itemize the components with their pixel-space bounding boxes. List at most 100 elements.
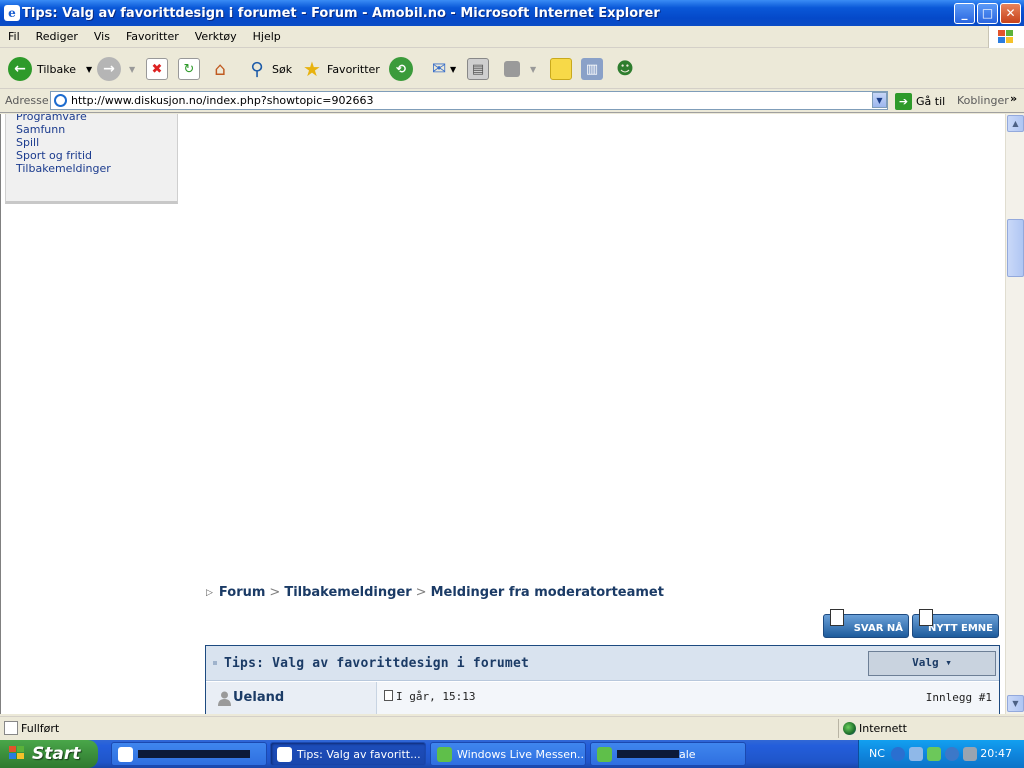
- tray-arrow-icon[interactable]: [891, 747, 905, 761]
- edit-icon: [504, 61, 520, 77]
- print-button[interactable]: ▤: [467, 55, 489, 83]
- security-zone: Internett: [838, 719, 1006, 738]
- breadcrumb-separator: >: [269, 585, 281, 600]
- home-button[interactable]: ⌂: [209, 55, 231, 83]
- maximize-button[interactable]: □: [977, 3, 998, 24]
- ie-window: e Tips: Valg av favorittdesign i forumet…: [0, 0, 1024, 740]
- messenger-task-icon: [597, 747, 612, 762]
- messenger-task-icon: [437, 747, 452, 762]
- new-topic-label: NYTT EMNE: [928, 623, 993, 634]
- back-arrow-icon: ←: [8, 57, 32, 81]
- new-topic-button[interactable]: NYTT EMNE: [912, 609, 999, 638]
- post-date: I går, 15:13: [396, 690, 476, 703]
- back-button[interactable]: ← Tilbake ▼: [8, 55, 92, 83]
- language-indicator[interactable]: NC: [869, 747, 885, 760]
- menu-help[interactable]: Hjelp: [245, 30, 289, 43]
- favorites-label: Favoritter: [327, 62, 380, 76]
- edit-dropdown-icon[interactable]: ▼: [530, 65, 536, 74]
- mail-icon: ✉: [431, 59, 447, 79]
- stop-button[interactable]: ✖: [146, 55, 168, 83]
- address-label: Adresse: [5, 94, 49, 107]
- menu-bar: Fil Rediger Vis Favoritter Verktøy Hjelp: [0, 26, 1024, 48]
- history-button[interactable]: ⟲: [389, 55, 413, 83]
- window-title: Tips: Valg av favorittdesign i forumet -…: [22, 5, 660, 21]
- messenger-button[interactable]: ☻: [614, 55, 636, 83]
- forward-button[interactable]: → ▼: [97, 55, 135, 83]
- breadcrumb-tilbakemeldinger[interactable]: Tilbakemeldinger: [284, 585, 411, 600]
- refresh-button[interactable]: ↻: [178, 55, 200, 83]
- redacted-label: [617, 750, 679, 758]
- sidebar-link-sport[interactable]: Sport og fritid: [16, 149, 92, 162]
- page-viewport: Programvare Samfunn Spill Sport og friti…: [0, 114, 1005, 714]
- tray-app-icon[interactable]: [945, 747, 959, 761]
- note-button[interactable]: [550, 55, 572, 83]
- breadcrumb-separator: >: [415, 585, 427, 600]
- windows-logo-icon: [988, 26, 1024, 48]
- go-label: Gå til: [916, 94, 946, 108]
- search-label: Søk: [272, 62, 293, 76]
- favorites-button[interactable]: ★ Favoritter: [301, 55, 380, 83]
- messenger-tray-icon[interactable]: [927, 747, 941, 761]
- menu-view[interactable]: Vis: [86, 30, 118, 43]
- task-button-2[interactable]: Tips: Valg av favoritt...: [270, 742, 426, 766]
- back-dropdown-icon[interactable]: ▼: [86, 65, 92, 74]
- address-bar: Adresse http://www.diskusjon.no/index.ph…: [0, 89, 1024, 113]
- menu-favorites[interactable]: Favoritter: [118, 30, 187, 43]
- messenger-icon: ☻: [616, 59, 634, 79]
- refresh-icon: ↻: [178, 58, 200, 80]
- task-button-3[interactable]: Windows Live Messen...: [430, 742, 586, 766]
- star-icon: ★: [303, 57, 321, 81]
- sidebar-link-programvare[interactable]: Programvare: [16, 114, 87, 123]
- menu-tools[interactable]: Verktøy: [187, 30, 245, 43]
- breadcrumb-meldinger[interactable]: Meldinger fra moderatorteamet: [431, 585, 664, 600]
- research-button[interactable]: ▥: [581, 55, 603, 83]
- topic-container: Tips: Valg av favorittdesign i forumet V…: [205, 645, 1000, 714]
- post-number[interactable]: Innlegg #1: [926, 691, 992, 704]
- chevron-right-icon[interactable]: »: [1010, 92, 1017, 105]
- task-button-4[interactable]: ale: [590, 742, 746, 766]
- windows-flag-icon: [9, 746, 25, 761]
- sidebar-link-samfunn[interactable]: Samfunn: [16, 123, 65, 136]
- address-dropdown-icon[interactable]: ▼: [872, 92, 887, 108]
- network-icon[interactable]: [909, 747, 923, 761]
- topic-options-button[interactable]: Valg ▾: [868, 651, 996, 676]
- sidebar-link-spill[interactable]: Spill: [16, 136, 39, 149]
- post-author[interactable]: Ueland: [233, 690, 284, 705]
- mail-button[interactable]: ✉ ▼: [428, 55, 456, 83]
- sidebar-link-tilbakemeldinger[interactable]: Tilbakemeldinger: [16, 162, 111, 175]
- note-icon: [550, 58, 572, 80]
- scroll-thumb[interactable]: [1007, 219, 1024, 277]
- menu-edit[interactable]: Rediger: [28, 30, 86, 43]
- redacted-label: [138, 750, 250, 758]
- start-button[interactable]: Start: [0, 740, 98, 768]
- go-button[interactable]: ➔ Gå til: [895, 92, 945, 110]
- vertical-scrollbar[interactable]: ▲ ▼: [1005, 114, 1024, 714]
- scroll-down-icon[interactable]: ▼: [1007, 695, 1024, 712]
- ie-icon[interactable]: e: [4, 5, 20, 21]
- page-icon: [54, 94, 67, 107]
- links-label[interactable]: Koblinger: [957, 94, 1009, 107]
- mail-dropdown-icon[interactable]: ▼: [450, 65, 456, 74]
- globe-icon: [843, 722, 856, 735]
- post-header-row: Ueland I går, 15:13 Innlegg #1: [206, 682, 999, 714]
- close-button[interactable]: ✕: [1000, 3, 1021, 24]
- forward-dropdown-icon[interactable]: ▼: [129, 65, 135, 74]
- breadcrumb-triangle-icon: ▷: [206, 587, 213, 598]
- task-4-label: ale: [679, 747, 696, 761]
- monitor-icon[interactable]: [963, 747, 977, 761]
- scroll-up-icon[interactable]: ▲: [1007, 115, 1024, 132]
- edit-button[interactable]: ▼: [504, 55, 536, 83]
- task-2-label: Tips: Valg av favoritt...: [297, 747, 421, 761]
- research-icon: ▥: [581, 58, 603, 80]
- address-input[interactable]: http://www.diskusjon.no/index.php?showto…: [50, 91, 888, 110]
- ie-task-icon: [118, 747, 133, 762]
- menu-file[interactable]: Fil: [0, 30, 28, 43]
- stop-icon: ✖: [146, 58, 168, 80]
- task-button-1[interactable]: [111, 742, 267, 766]
- breadcrumb-forum[interactable]: Forum: [219, 585, 266, 600]
- reply-button[interactable]: SVAR NÅ: [823, 609, 909, 638]
- status-bar: Fullført Internett: [0, 716, 1024, 740]
- search-button[interactable]: ⚲ Søk: [246, 55, 292, 83]
- minimize-button[interactable]: _: [954, 3, 975, 24]
- taskbar: Start Tips: Valg av favoritt... Windows …: [0, 740, 1024, 768]
